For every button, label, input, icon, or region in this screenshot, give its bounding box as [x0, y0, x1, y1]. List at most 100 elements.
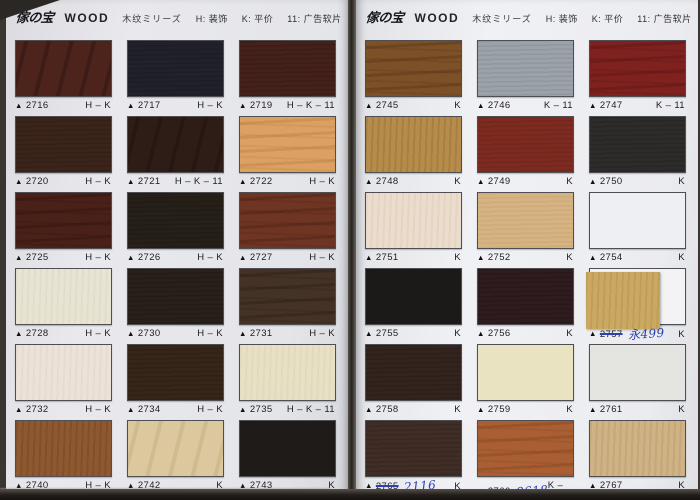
legend-11: 11: 广告软片 [287, 12, 341, 25]
swatch-number: 2732 [26, 404, 49, 415]
wood-swatch [365, 40, 462, 97]
swatch-number-group: ▲2726 [127, 252, 161, 263]
swatch-number-group: ▲2752 [477, 252, 511, 263]
swatch-number-group: ▲2734 [127, 404, 161, 415]
legend-k: K: 平价 [242, 12, 274, 25]
wood-swatch [365, 192, 462, 249]
brand-logo: 傢の宝 [365, 7, 405, 26]
wood-swatch [15, 192, 112, 249]
swatch-label: ▲2751K [365, 252, 462, 263]
swatch-number: 2716 [26, 100, 49, 111]
swatch-number: 2717 [138, 100, 161, 111]
wood-swatch [15, 40, 112, 97]
swatch-cell: ▲2752K [477, 192, 574, 265]
swatch-number-group: ▲2758 [365, 404, 399, 415]
triangle-marker-icon: ▲ [127, 178, 135, 186]
triangle-marker-icon: ▲ [365, 254, 373, 262]
grade-code: H – K [197, 252, 224, 263]
triangle-marker-icon: ▲ [589, 254, 597, 262]
swatch-label: ▲2746K – 11 [477, 100, 574, 111]
wood-swatch [477, 192, 574, 249]
grade-code: H – K [85, 404, 112, 415]
wood-swatch [589, 420, 686, 477]
swatch-cell: ▲2728 H – K [15, 268, 112, 341]
swatch-number-group: ▲2728 [15, 328, 49, 339]
swatch-number: 2757 [600, 329, 623, 340]
swatch-number: 2735 [250, 404, 273, 415]
swatch-number: 2730 [138, 328, 161, 339]
swatch-cell: ▲2748K [365, 116, 462, 189]
swatch-cell: ▲2745K [365, 40, 462, 113]
catalog-page-left: 傢の宝 WOOD 木纹ミリーズ H: 装饰 K: 平价 11: 广告软片 ▲27… [6, 0, 348, 491]
swatch-cell: ▲2727H – K [239, 192, 336, 265]
triangle-marker-icon: ▲ [477, 330, 485, 338]
wood-swatch [127, 268, 224, 325]
triangle-marker-icon: ▲ [127, 406, 135, 414]
wood-swatch [589, 344, 686, 401]
wood-swatch [239, 344, 336, 401]
swatch-number-group: ▲2761 [589, 404, 623, 415]
swatch-label: ▲2750K [589, 176, 686, 187]
swatch-label: ▲2734H – K [127, 404, 224, 415]
swatch-cell: ▲2732H – K [15, 344, 112, 417]
wood-swatch [127, 344, 224, 401]
swatch-number-group: ▲2730 [127, 328, 161, 339]
swatch-number: 2725 [26, 252, 49, 263]
series-label: 木纹ミリーズ [472, 12, 532, 25]
swatch-label: ▲2725 H – K [15, 252, 112, 263]
wood-swatch [365, 116, 462, 173]
swatch-cell: ▲2755K [365, 268, 462, 341]
grade-code: H – K – 11 [175, 176, 224, 187]
swatch-cell: ▲2746K – 11 [477, 40, 574, 113]
triangle-marker-icon: ▲ [589, 178, 597, 186]
swatch-number: 2752 [488, 252, 511, 263]
grade-code: H – K [309, 328, 336, 339]
swatch-label: ▲2721H – K – 11 [127, 176, 224, 187]
handwritten-correction: 永499 [627, 327, 664, 342]
swatch-cell: ▲2726 H – K [127, 192, 224, 265]
swatch-label: ▲2726 H – K [127, 252, 224, 263]
grade-code: H – K [85, 328, 112, 339]
swatch-number: 2749 [488, 176, 511, 187]
wood-swatch [127, 192, 224, 249]
swatch-label: ▲2731H – K [239, 328, 336, 339]
swatch-number: 2748 [376, 176, 399, 187]
triangle-marker-icon: ▲ [15, 102, 23, 110]
swatch-number-group: ▲2749 [477, 176, 511, 187]
swatch-number: 2728 [26, 328, 49, 339]
swatch-number: 2750 [600, 176, 623, 187]
swatch-cell: ▲27652116K [365, 420, 462, 491]
swatch-cell: ▲2749 K [477, 116, 574, 189]
triangle-marker-icon: ▲ [15, 330, 23, 338]
grade-code: H – K [85, 176, 112, 187]
swatch-label: ▲2757永499K [589, 328, 686, 340]
triangle-marker-icon: ▲ [127, 330, 135, 338]
legend-11: 11: 广告软片 [637, 12, 691, 25]
wood-swatch [239, 192, 336, 249]
swatch-number-group: ▲2725 [15, 252, 49, 263]
swatch-label: ▲2761K [589, 404, 686, 415]
swatch-number-group: ▲2727 [239, 252, 273, 263]
table-edge [0, 489, 700, 500]
swatch-cell: ▲2734H – K [127, 344, 224, 417]
triangle-marker-icon: ▲ [15, 178, 23, 186]
swatch-number: 2754 [600, 252, 623, 263]
swatch-number-group: ▲2719 [239, 100, 273, 111]
swatch-grid-left: ▲2716H – K▲2717H – K▲2719H – K – 11▲2720… [6, 33, 348, 491]
grade-code: K [566, 176, 574, 187]
swatch-label: ▲2755K [365, 328, 462, 339]
wood-swatch [365, 268, 462, 325]
swatch-label: ▲2754K [589, 252, 686, 263]
swatch-number: 2720 [26, 176, 49, 187]
grade-code: K [454, 328, 462, 339]
triangle-marker-icon: ▲ [239, 406, 247, 414]
wood-swatch [477, 40, 574, 97]
grade-code: H – K [85, 252, 112, 263]
grade-code: H – K – 11 [287, 100, 336, 111]
swatch-number: 2726 [138, 252, 161, 263]
swatch-number: 2734 [138, 404, 161, 415]
swatch-number: 2751 [376, 252, 399, 263]
swatch-cell: ▲2747K – 11 [589, 40, 686, 113]
brand-name: WOOD [415, 11, 460, 25]
swatch-cell: ▲2761K [589, 344, 686, 417]
